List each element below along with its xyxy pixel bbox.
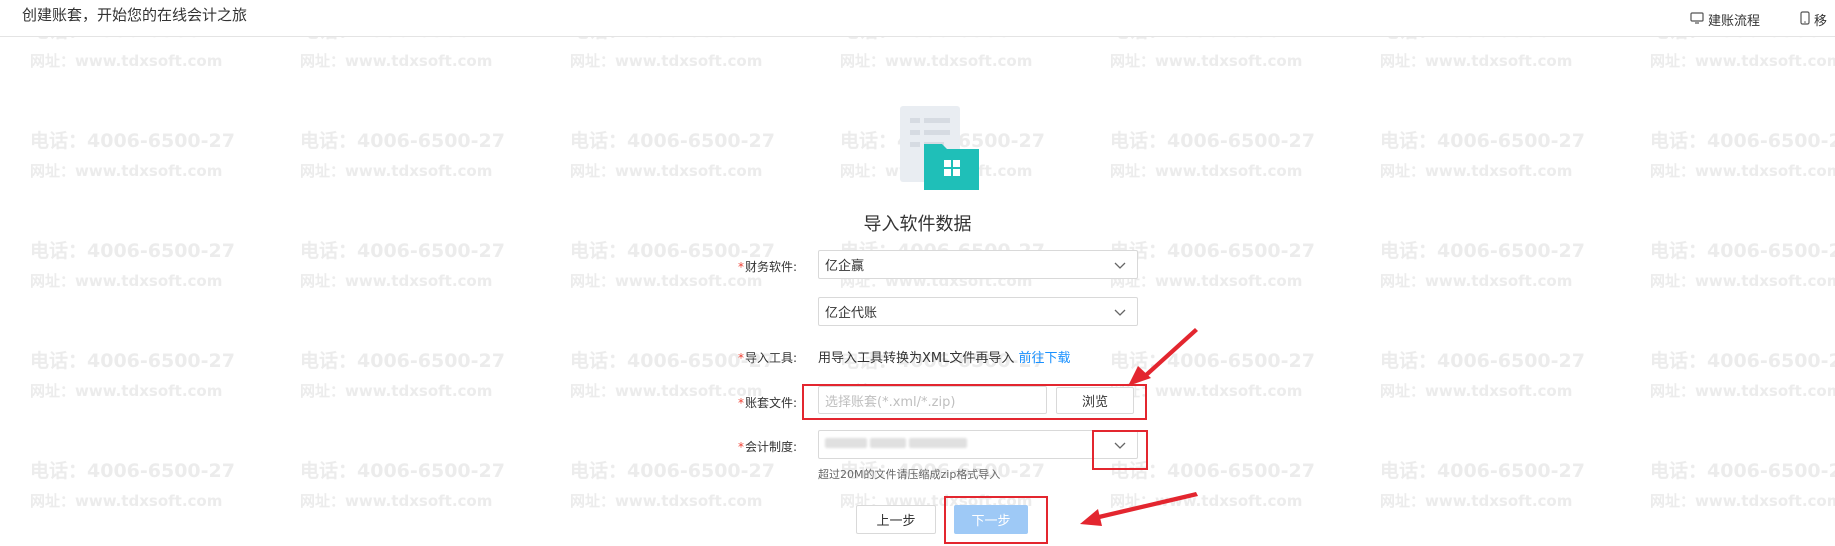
annotation-box-file <box>802 384 1147 420</box>
mobile-link[interactable]: 移 <box>1800 10 1827 29</box>
software-version-select[interactable]: 亿企代账 <box>818 297 1138 326</box>
tool-text: 用导入工具转换为XML文件再导入 <box>818 351 1015 366</box>
import-illustration-icon <box>898 104 982 190</box>
software-version-value: 亿企代账 <box>825 306 878 321</box>
system-label: *会计制度: <box>737 440 797 454</box>
top-bar: 创建账套，开始您的在线会计之旅 建账流程 移 <box>0 0 1835 37</box>
annotation-box-next <box>944 496 1048 544</box>
mobile-label: 移 <box>1814 14 1828 29</box>
prev-step-button[interactable]: 上一步 <box>856 505 936 534</box>
setup-flow-link[interactable]: 建账流程 <box>1690 10 1760 29</box>
software-select[interactable]: 亿企赢 <box>818 250 1138 279</box>
software-value: 亿企赢 <box>825 259 865 274</box>
import-heading: 导入软件数据 <box>863 214 972 235</box>
page-title: 创建账套，开始您的在线会计之旅 <box>22 6 248 24</box>
accounting-system-select[interactable] <box>818 430 1138 459</box>
file-label: *账套文件: <box>737 396 797 410</box>
download-link[interactable]: 前往下载 <box>1019 351 1071 366</box>
chevron-down-icon <box>1114 309 1126 316</box>
setup-flow-label: 建账流程 <box>1708 14 1761 29</box>
accounting-system-value-obscured <box>825 437 970 452</box>
annotation-box-dropdown <box>1092 430 1148 470</box>
monitor-icon <box>1690 11 1704 28</box>
tool-label: *导入工具: <box>737 351 797 365</box>
file-size-note: 超过20M的文件请压缩成zip格式导入 <box>818 468 1001 481</box>
tool-row: 用导入工具转换为XML文件再导入 前往下载 <box>818 347 1071 366</box>
import-form: 导入软件数据 *财务软件: 亿企赢 亿企代账 *导入工具: 用导入工具转换为XM… <box>0 0 1835 546</box>
chevron-down-icon <box>1114 262 1126 269</box>
mobile-icon <box>1800 10 1810 29</box>
software-label: *财务软件: <box>737 260 797 274</box>
